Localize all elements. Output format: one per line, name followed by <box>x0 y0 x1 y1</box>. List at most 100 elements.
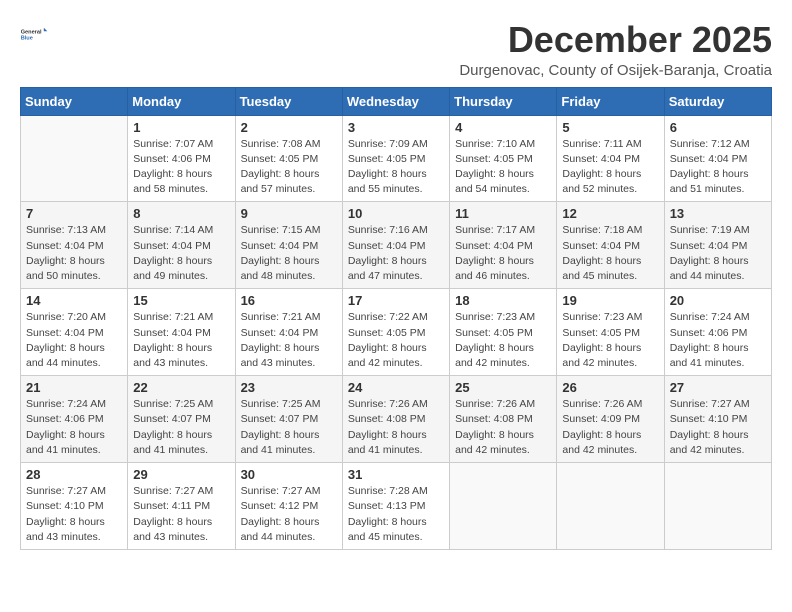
day-info: Sunrise: 7:16 AMSunset: 4:04 PMDaylight:… <box>348 223 444 284</box>
table-row <box>450 463 557 550</box>
calendar-week-row: 7 Sunrise: 7:13 AMSunset: 4:04 PMDaylight… <box>21 202 772 289</box>
day-number: 10 <box>348 206 444 221</box>
calendar-header-row: Sunday Monday Tuesday Wednesday Thursday… <box>21 87 772 115</box>
day-info: Sunrise: 7:07 AMSunset: 4:06 PMDaylight:… <box>133 137 229 198</box>
table-row: 19Sunrise: 7:23 AMSunset: 4:05 PMDayligh… <box>557 289 664 376</box>
day-info: Sunrise: 7:27 AMSunset: 4:10 PMDaylight:… <box>670 397 766 458</box>
day-number: 29 <box>133 467 229 482</box>
logo-icon: GeneralBlue <box>20 20 48 48</box>
day-number: 16 <box>241 293 337 308</box>
table-row: 8Sunrise: 7:14 AMSunset: 4:04 PMDaylight… <box>128 202 235 289</box>
day-number: 4 <box>455 120 551 135</box>
table-row: 30Sunrise: 7:27 AMSunset: 4:12 PMDayligh… <box>235 463 342 550</box>
day-info: Sunrise: 7:08 AMSunset: 4:05 PMDaylight:… <box>241 137 337 198</box>
table-row: 27 Sunrise: 7:27 AMSunset: 4:10 PMDayligh… <box>664 376 771 463</box>
title-section: December 2025 Durgenovac, County of Osij… <box>459 20 772 79</box>
month-title: December 2025 <box>459 20 772 60</box>
day-info: Sunrise: 7:27 AMSunset: 4:10 PMDaylight:… <box>26 484 122 545</box>
logo: GeneralBlue <box>20 20 48 48</box>
table-row: 15 Sunrise: 7:21 AMSunset: 4:04 PMDayligh… <box>128 289 235 376</box>
table-row: 16 Sunrise: 7:21 AMSunset: 4:04 PMDayligh… <box>235 289 342 376</box>
day-info: Sunrise: 7:25 AMSunset: 4:07 PMDaylight:… <box>241 397 337 458</box>
table-row: 9Sunrise: 7:15 AMSunset: 4:04 PMDaylight… <box>235 202 342 289</box>
day-info: Sunrise: 7:25 AMSunset: 4:07 PMDaylight:… <box>133 397 229 458</box>
day-number: 7 <box>26 206 122 221</box>
table-row: 24Sunrise: 7:26 AMSunset: 4:08 PMDayligh… <box>342 376 449 463</box>
table-row: 1 Sunrise: 7:07 AMSunset: 4:06 PMDaylight… <box>128 115 235 202</box>
day-number: 1 <box>133 120 229 135</box>
table-row <box>21 115 128 202</box>
day-info: Sunrise: 7:21 AMSunset: 4:04 PMDaylight:… <box>241 310 337 371</box>
day-info: Sunrise: 7:11 AMSunset: 4:04 PMDaylight:… <box>562 137 658 198</box>
table-row: 23 Sunrise: 7:25 AMSunset: 4:07 PMDayligh… <box>235 376 342 463</box>
day-number: 25 <box>455 380 551 395</box>
col-wednesday: Wednesday <box>342 87 449 115</box>
day-info: Sunrise: 7:26 AMSunset: 4:08 PMDaylight:… <box>348 397 444 458</box>
table-row: 21 Sunrise: 7:24 AMSunset: 4:06 PMDayligh… <box>21 376 128 463</box>
day-number: 11 <box>455 206 551 221</box>
day-number: 17 <box>348 293 444 308</box>
day-info: Sunrise: 7:27 AMSunset: 4:12 PMDaylight:… <box>241 484 337 545</box>
day-number: 14 <box>26 293 122 308</box>
day-info: Sunrise: 7:20 AMSunset: 4:04 PMDaylight:… <box>26 310 122 371</box>
day-info: Sunrise: 7:13 AMSunset: 4:04 PMDaylight:… <box>26 223 122 284</box>
table-row: 14 Sunrise: 7:20 AMSunset: 4:04 PMDayligh… <box>21 289 128 376</box>
col-thursday: Thursday <box>450 87 557 115</box>
day-info: Sunrise: 7:15 AMSunset: 4:04 PMDaylight:… <box>241 223 337 284</box>
table-row: 25Sunrise: 7:26 AMSunset: 4:08 PMDayligh… <box>450 376 557 463</box>
calendar-table: Sunday Monday Tuesday Wednesday Thursday… <box>20 87 772 550</box>
day-number: 27 <box>670 380 766 395</box>
col-friday: Friday <box>557 87 664 115</box>
col-monday: Monday <box>128 87 235 115</box>
table-row: 22Sunrise: 7:25 AMSunset: 4:07 PMDayligh… <box>128 376 235 463</box>
day-info: Sunrise: 7:18 AMSunset: 4:04 PMDaylight:… <box>562 223 658 284</box>
table-row: 5 Sunrise: 7:11 AMSunset: 4:04 PMDaylight… <box>557 115 664 202</box>
day-info: Sunrise: 7:23 AMSunset: 4:05 PMDaylight:… <box>455 310 551 371</box>
calendar-week-row: 21 Sunrise: 7:24 AMSunset: 4:06 PMDayligh… <box>21 376 772 463</box>
svg-text:Blue: Blue <box>21 36 33 42</box>
day-number: 5 <box>562 120 658 135</box>
day-number: 3 <box>348 120 444 135</box>
day-info: Sunrise: 7:24 AMSunset: 4:06 PMDaylight:… <box>26 397 122 458</box>
day-number: 20 <box>670 293 766 308</box>
day-info: Sunrise: 7:26 AMSunset: 4:09 PMDaylight:… <box>562 397 658 458</box>
col-saturday: Saturday <box>664 87 771 115</box>
table-row: 7 Sunrise: 7:13 AMSunset: 4:04 PMDaylight… <box>21 202 128 289</box>
day-number: 13 <box>670 206 766 221</box>
day-number: 28 <box>26 467 122 482</box>
col-sunday: Sunday <box>21 87 128 115</box>
table-row: 3Sunrise: 7:09 AMSunset: 4:05 PMDaylight… <box>342 115 449 202</box>
table-row <box>557 463 664 550</box>
table-row: 6 Sunrise: 7:12 AMSunset: 4:04 PMDaylight… <box>664 115 771 202</box>
table-row <box>664 463 771 550</box>
table-row: 26 Sunrise: 7:26 AMSunset: 4:09 PMDayligh… <box>557 376 664 463</box>
day-info: Sunrise: 7:12 AMSunset: 4:04 PMDaylight:… <box>670 137 766 198</box>
day-number: 18 <box>455 293 551 308</box>
day-info: Sunrise: 7:19 AMSunset: 4:04 PMDaylight:… <box>670 223 766 284</box>
table-row: 10 Sunrise: 7:16 AMSunset: 4:04 PMDayligh… <box>342 202 449 289</box>
table-row: 11 Sunrise: 7:17 AMSunset: 4:04 PMDayligh… <box>450 202 557 289</box>
day-info: Sunrise: 7:17 AMSunset: 4:04 PMDaylight:… <box>455 223 551 284</box>
day-info: Sunrise: 7:10 AMSunset: 4:05 PMDaylight:… <box>455 137 551 198</box>
day-number: 6 <box>670 120 766 135</box>
day-number: 8 <box>133 206 229 221</box>
day-number: 23 <box>241 380 337 395</box>
day-info: Sunrise: 7:24 AMSunset: 4:06 PMDaylight:… <box>670 310 766 371</box>
day-number: 26 <box>562 380 658 395</box>
table-row: 12 Sunrise: 7:18 AMSunset: 4:04 PMDayligh… <box>557 202 664 289</box>
calendar-week-row: 14 Sunrise: 7:20 AMSunset: 4:04 PMDayligh… <box>21 289 772 376</box>
day-info: Sunrise: 7:21 AMSunset: 4:04 PMDaylight:… <box>133 310 229 371</box>
table-row: 2 Sunrise: 7:08 AMSunset: 4:05 PMDaylight… <box>235 115 342 202</box>
page-header: GeneralBlue December 2025 Durgenovac, Co… <box>20 20 772 79</box>
day-number: 31 <box>348 467 444 482</box>
day-number: 12 <box>562 206 658 221</box>
calendar-week-row: 28 Sunrise: 7:27 AMSunset: 4:10 PMDayligh… <box>21 463 772 550</box>
day-number: 21 <box>26 380 122 395</box>
table-row: 29Sunrise: 7:27 AMSunset: 4:11 PMDayligh… <box>128 463 235 550</box>
table-row: 17Sunrise: 7:22 AMSunset: 4:05 PMDayligh… <box>342 289 449 376</box>
day-number: 15 <box>133 293 229 308</box>
svg-text:General: General <box>21 29 42 35</box>
day-number: 2 <box>241 120 337 135</box>
col-tuesday: Tuesday <box>235 87 342 115</box>
table-row: 28 Sunrise: 7:27 AMSunset: 4:10 PMDayligh… <box>21 463 128 550</box>
